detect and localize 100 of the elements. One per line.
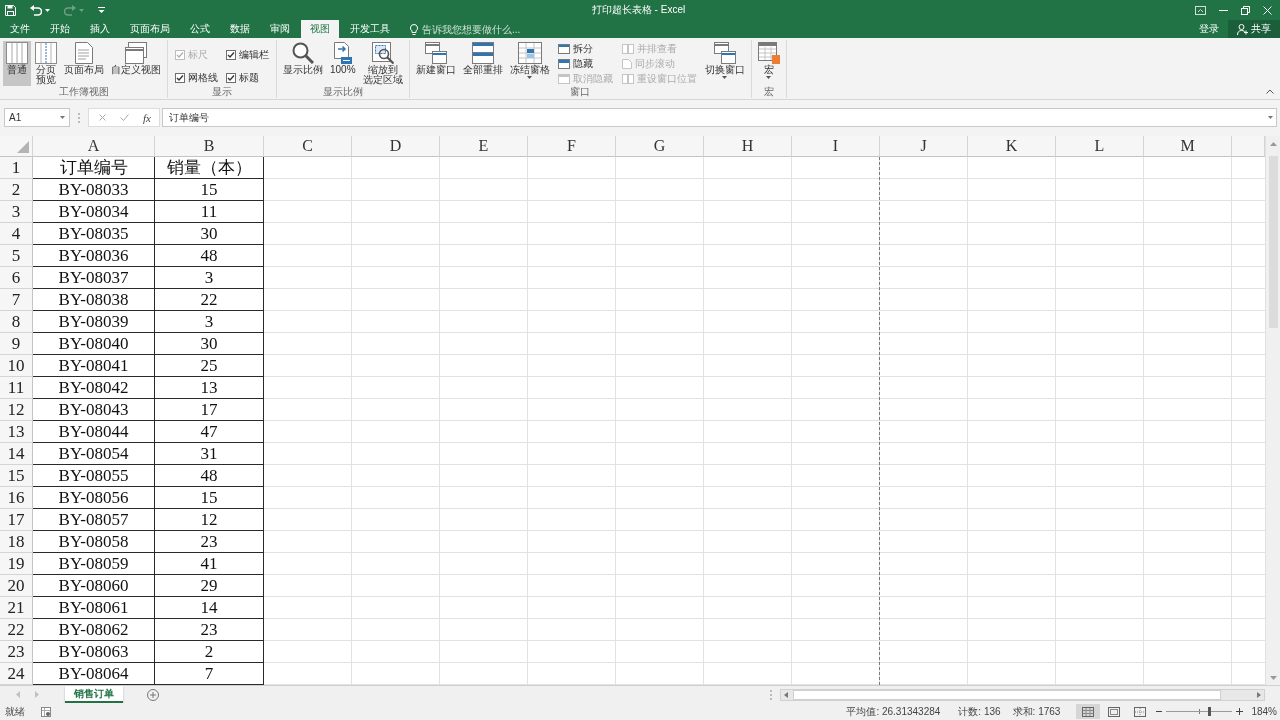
scroll-right-icon[interactable] [1257, 691, 1261, 698]
checkbox[interactable]: 编辑栏 [226, 48, 269, 62]
insert-function-button[interactable]: fx [143, 111, 151, 124]
row-header[interactable]: 14 [0, 443, 33, 465]
customize-icon[interactable] [98, 7, 105, 13]
macro-record-icon[interactable] [41, 706, 51, 717]
checkbox-icon[interactable] [175, 73, 185, 83]
column-header[interactable]: F [528, 136, 616, 157]
select-all-icon [17, 141, 29, 153]
column-header[interactable]: A [33, 136, 155, 157]
column-header[interactable]: H [704, 136, 792, 157]
table-cell: BY-08060 [33, 575, 155, 597]
ribbon-tab[interactable]: 文件 [1, 20, 39, 38]
row-header[interactable]: 2 [0, 179, 33, 201]
restore-icon[interactable] [1241, 5, 1250, 15]
share-button[interactable]: 共享 [1228, 20, 1280, 38]
table-cell: BY-08056 [33, 487, 155, 509]
row-header[interactable]: 17 [0, 509, 33, 531]
scrollbar-thumb[interactable] [793, 689, 1221, 700]
scroll-left-icon[interactable] [784, 691, 788, 698]
ribbon-tab[interactable]: 开始 [41, 20, 79, 38]
row-header[interactable]: 1 [0, 157, 33, 179]
formula-field[interactable]: 订单编号 [161, 108, 1277, 127]
column-header[interactable]: G [616, 136, 704, 157]
checkbox-icon[interactable] [226, 50, 236, 60]
ribbon-display-icon[interactable] [1195, 5, 1206, 15]
ribbon-button[interactable]: 新建窗口 [412, 41, 459, 86]
ribbon-button[interactable]: 隐藏 [557, 58, 613, 70]
row-header[interactable]: 3 [0, 201, 33, 223]
table-cell: BY-08043 [33, 399, 155, 421]
row-header[interactable]: 7 [0, 289, 33, 311]
slider-thumb[interactable] [1207, 707, 1211, 716]
row-header[interactable]: 23 [0, 641, 33, 663]
row-header[interactable]: 4 [0, 223, 33, 245]
column-header[interactable]: L [1056, 136, 1144, 157]
row-header[interactable]: 19 [0, 553, 33, 575]
column-header[interactable]: D [352, 136, 440, 157]
save-icon[interactable] [5, 4, 16, 16]
stacked-windows-icon [125, 42, 147, 64]
zoom-in-icon[interactable] [1236, 708, 1244, 715]
ribbon-tab[interactable]: 数据 [221, 20, 259, 38]
sign-in-button[interactable]: 登录 [1190, 20, 1228, 38]
ribbon-tab[interactable]: 页面布局 [121, 20, 179, 38]
ribbon-button[interactable]: 切换窗口 [701, 41, 748, 86]
row-header[interactable]: 6 [0, 267, 33, 289]
ribbon-tab[interactable]: 视图 [301, 20, 339, 38]
view-button[interactable] [1076, 704, 1101, 719]
row-header[interactable]: 10 [0, 355, 33, 377]
row-header[interactable]: 8 [0, 311, 33, 333]
checkbox[interactable]: 标题 [226, 71, 269, 85]
tell-me-field[interactable]: 告诉我您想要做什么... [422, 23, 547, 35]
checkbox[interactable]: 网格线 [175, 71, 218, 85]
ribbon-button[interactable]: 显示比例 [280, 41, 326, 86]
column-header[interactable]: C [264, 136, 352, 157]
row-header[interactable]: 5 [0, 245, 33, 267]
row-header[interactable]: 12 [0, 399, 33, 421]
row-header[interactable]: 22 [0, 619, 33, 641]
ribbon-button[interactable]: 全部重排 [459, 41, 506, 86]
ribbon-tab[interactable]: 插入 [81, 20, 119, 38]
caret-icon [79, 8, 84, 12]
checkbox-icon[interactable] [226, 73, 236, 83]
column-header[interactable]: M [1144, 136, 1232, 157]
ribbon-button[interactable]: 缩放到选定区域 [359, 41, 406, 86]
ribbon-tab[interactable]: 公式 [181, 20, 219, 38]
ribbon-button[interactable]: 普通 [3, 41, 31, 86]
ribbon-button[interactable]: 100% [327, 41, 359, 86]
checkmark-icon[interactable] [120, 114, 129, 121]
name-box[interactable]: A1 [4, 108, 70, 127]
ribbon-tab[interactable]: 开发工具 [341, 20, 399, 38]
column-header[interactable]: B [155, 136, 264, 157]
ribbon-button[interactable]: 拆分 [557, 43, 613, 55]
undo-icon[interactable] [30, 4, 42, 16]
add-sheet-icon[interactable] [147, 688, 159, 701]
horizontal-scrollbar[interactable] [780, 688, 1265, 701]
column-header[interactable]: E [440, 136, 528, 157]
row-header[interactable]: 18 [0, 531, 33, 553]
row-header[interactable]: 13 [0, 421, 33, 443]
close-icon[interactable] [1263, 5, 1272, 15]
table-cell: 11 [155, 201, 264, 223]
row-header[interactable]: 16 [0, 487, 33, 509]
ribbon-button[interactable]: 页面布局 [61, 41, 107, 86]
ribbon-button[interactable]: 冻结窗格 [506, 41, 553, 86]
ribbon-button[interactable]: 自定义视图 [108, 41, 164, 86]
row-header[interactable]: 9 [0, 333, 33, 355]
column-header[interactable]: K [968, 136, 1056, 157]
sheet-tab[interactable]: 销售订单 [65, 686, 123, 703]
vertical-scrollbar[interactable] [1265, 136, 1280, 685]
minimize-icon[interactable] [1219, 9, 1228, 11]
page-magnifier-icon [371, 42, 394, 64]
row-header[interactable]: 20 [0, 575, 33, 597]
ribbon-button[interactable]: 宏 [754, 41, 783, 86]
collapse-ribbon-icon[interactable] [1266, 89, 1274, 94]
column-header[interactable]: I [792, 136, 880, 157]
ribbon-tab[interactable]: 审阅 [261, 20, 299, 38]
column-header[interactable]: J [880, 136, 968, 157]
ribbon-button[interactable]: 分页预览 [32, 41, 60, 86]
row-header[interactable]: 15 [0, 465, 33, 487]
row-header[interactable]: 21 [0, 597, 33, 619]
row-header[interactable]: 24 [0, 663, 33, 685]
row-header[interactable]: 11 [0, 377, 33, 399]
